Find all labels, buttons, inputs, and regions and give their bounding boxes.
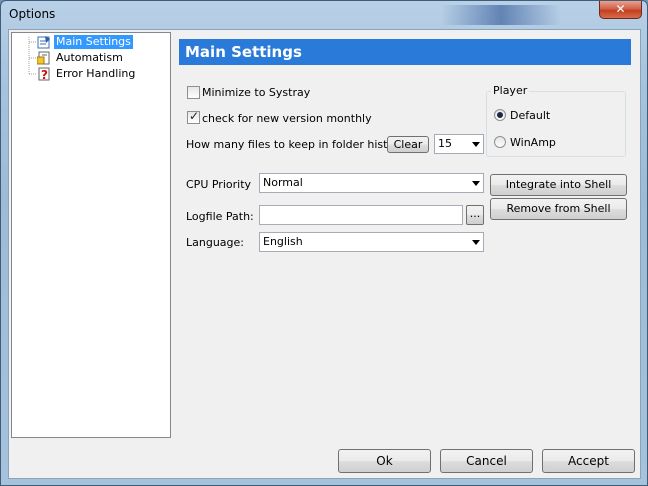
history-count-value: 15 <box>438 137 452 150</box>
history-label: How many files to keep in folder history… <box>186 138 409 151</box>
language-label: Language: <box>186 236 244 249</box>
check-version-label: check for new version monthly <box>202 112 372 125</box>
clear-history-button[interactable]: Clear <box>387 136 429 153</box>
browse-logfile-button[interactable]: ... <box>466 205 484 225</box>
radio-selected-dot <box>497 112 503 118</box>
svg-text:?: ? <box>41 68 48 81</box>
logfile-path-input[interactable] <box>259 205 463 225</box>
page-title: Main Settings <box>179 39 631 65</box>
minimize-to-systray-checkbox[interactable] <box>187 86 200 99</box>
settings-tree[interactable]: Main Settings Automatism ? Error Handlin… <box>11 32 171 438</box>
tree-item-label: Automatism <box>56 51 123 64</box>
minimize-to-systray-label: Minimize to Systray <box>202 86 311 99</box>
window-title: Options <box>9 7 56 21</box>
player-default-radio[interactable] <box>494 109 506 121</box>
check-version-checkbox[interactable]: ✓ <box>187 109 200 124</box>
tree-item-label: Main Settings <box>54 35 133 49</box>
accept-button[interactable]: Accept <box>542 449 635 473</box>
tree-item-label: Error Handling <box>56 67 136 80</box>
cpu-priority-value: Normal <box>263 176 303 189</box>
player-legend: Player <box>491 84 530 97</box>
player-winamp-label: WinAmp <box>510 136 556 149</box>
cancel-button[interactable]: Cancel <box>440 449 533 473</box>
dialog-client-area: Main Settings Automatism ? Error Handlin… <box>8 29 641 479</box>
ok-button[interactable]: Ok <box>338 449 431 473</box>
chevron-down-icon <box>472 240 480 245</box>
integrate-into-shell-button[interactable]: Integrate into Shell <box>490 174 627 196</box>
title-bar-glass <box>441 5 561 25</box>
title-bar[interactable]: Options ✕ <box>1 1 647 29</box>
player-default-label: Default <box>510 109 551 122</box>
error-handling-icon: ? <box>38 67 50 81</box>
automatism-icon <box>37 51 50 65</box>
checkmark-icon: ✓ <box>189 109 200 123</box>
cpu-priority-label: CPU Priority <box>186 178 252 191</box>
language-value: English <box>263 235 303 248</box>
player-winamp-radio[interactable] <box>494 136 506 148</box>
chevron-down-icon <box>472 181 480 186</box>
options-window: Options ✕ Main Settings Automatism ? Err… <box>0 0 648 486</box>
logfile-path-label: Logfile Path: <box>186 210 254 223</box>
language-select[interactable]: English <box>259 232 484 252</box>
player-groupbox: Player Default WinAmp <box>486 84 626 157</box>
cpu-priority-select[interactable]: Normal <box>259 173 484 193</box>
close-icon: ✕ <box>615 2 626 16</box>
chevron-down-icon <box>472 142 480 147</box>
main-settings-icon <box>37 36 50 49</box>
remove-from-shell-button[interactable]: Remove from Shell <box>490 198 627 220</box>
close-button[interactable]: ✕ <box>599 1 642 19</box>
history-count-select[interactable]: 15 <box>434 134 484 154</box>
